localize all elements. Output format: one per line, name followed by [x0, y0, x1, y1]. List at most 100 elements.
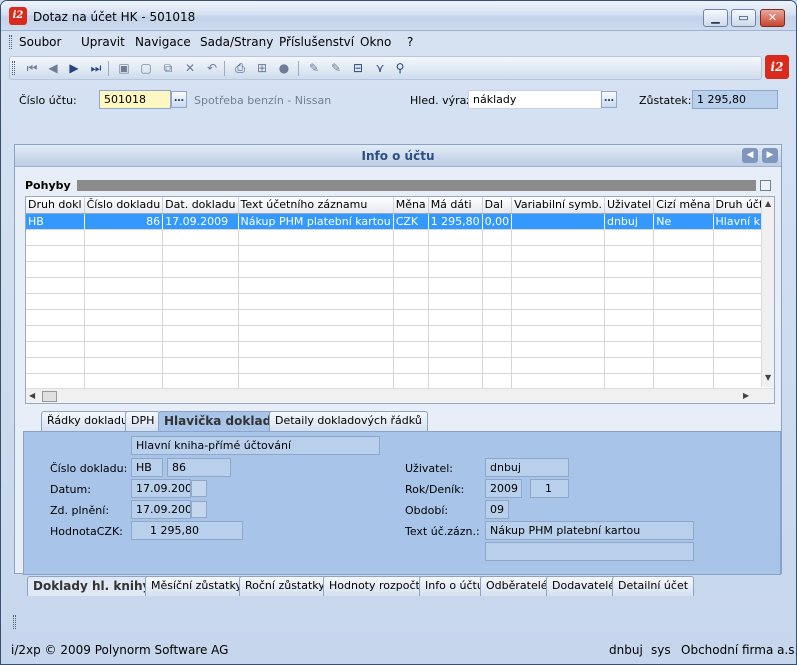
- account-input[interactable]: 501018: [99, 90, 171, 109]
- account-lookup-button[interactable]: …: [171, 91, 187, 108]
- next-icon[interactable]: ▶: [66, 60, 82, 76]
- table-cell[interactable]: [84, 309, 164, 326]
- table-cell[interactable]: [604, 309, 655, 326]
- table-cell[interactable]: [511, 325, 605, 342]
- table-row[interactable]: [26, 261, 774, 278]
- table-cell[interactable]: CZK: [393, 213, 429, 230]
- table-cell[interactable]: [238, 277, 394, 294]
- table-cell[interactable]: [238, 229, 394, 246]
- table-cell[interactable]: [393, 245, 429, 262]
- table-cell[interactable]: [393, 309, 429, 326]
- table-cell[interactable]: [511, 277, 605, 294]
- table-cell[interactable]: [482, 293, 513, 310]
- table-cell[interactable]: [26, 277, 85, 294]
- minimize-button[interactable]: ▁: [703, 9, 728, 27]
- column-header[interactable]: Uživatel: [604, 197, 655, 214]
- table-cell[interactable]: [653, 277, 714, 294]
- column-header[interactable]: Text účetního záznamu: [238, 197, 394, 214]
- filter-table-icon[interactable]: ⊟: [350, 60, 366, 76]
- column-header[interactable]: Dat. dokladu: [162, 197, 239, 214]
- search-icon[interactable]: ⚲: [392, 60, 408, 76]
- tree-icon[interactable]: ⊞: [254, 60, 270, 76]
- table-cell[interactable]: [393, 229, 429, 246]
- table-cell[interactable]: [511, 309, 605, 326]
- table-row[interactable]: [26, 341, 774, 358]
- table-cell[interactable]: [482, 229, 513, 246]
- table-cell[interactable]: [428, 277, 483, 294]
- table-cell[interactable]: [604, 325, 655, 342]
- table-cell[interactable]: [604, 373, 655, 390]
- table-cell[interactable]: [393, 357, 429, 374]
- table-cell[interactable]: 0,00: [482, 213, 513, 230]
- table-cell[interactable]: [604, 245, 655, 262]
- table-cell[interactable]: [653, 325, 714, 342]
- table-cell[interactable]: [84, 245, 164, 262]
- table-cell[interactable]: [162, 277, 239, 294]
- grid-vertical-scrollbar[interactable]: ▲ ▼: [761, 197, 774, 387]
- prev-icon[interactable]: ◀: [45, 60, 61, 76]
- table-cell[interactable]: [511, 373, 605, 390]
- new-icon[interactable]: ▢: [138, 60, 154, 76]
- undo-icon[interactable]: ↶: [204, 60, 220, 76]
- performance-date-field[interactable]: 17.09.2009: [131, 500, 191, 519]
- table-cell[interactable]: [238, 325, 394, 342]
- table-cell[interactable]: [162, 293, 239, 310]
- menu-navigace[interactable]: Navigace: [135, 35, 191, 49]
- table-cell[interactable]: [604, 357, 655, 374]
- table-cell[interactable]: [428, 373, 483, 390]
- tab-mesicni-zustatky[interactable]: Měsíční zůstatky: [145, 576, 248, 596]
- table-cell[interactable]: [428, 357, 483, 374]
- table-cell[interactable]: 86: [84, 213, 164, 230]
- table-row[interactable]: HB 86 17.09.2009 Nákup PHM platební kart…: [26, 213, 774, 230]
- table-cell[interactable]: [162, 261, 239, 278]
- filter-icon[interactable]: ⋎: [372, 60, 388, 76]
- pencil2-icon[interactable]: ✎: [328, 60, 344, 76]
- close-button[interactable]: ✕: [760, 9, 785, 27]
- save-icon[interactable]: ▣: [116, 60, 132, 76]
- tab-dph[interactable]: DPH: [125, 411, 161, 431]
- table-cell[interactable]: [84, 373, 164, 390]
- table-cell[interactable]: [428, 325, 483, 342]
- search-lookup-button[interactable]: …: [601, 91, 617, 108]
- table-cell[interactable]: [238, 373, 394, 390]
- tab-dodavatele[interactable]: Dodavatelé: [546, 576, 622, 596]
- table-cell[interactable]: [604, 293, 655, 310]
- menu-prislusenstvi[interactable]: Příslušenství: [279, 35, 354, 49]
- table-cell[interactable]: [162, 325, 239, 342]
- delete-icon[interactable]: ✕: [182, 60, 198, 76]
- tab-radky-dokladu[interactable]: Řádky dokladu: [41, 411, 134, 431]
- table-cell[interactable]: [428, 293, 483, 310]
- menu-help[interactable]: ?: [407, 35, 413, 49]
- table-cell[interactable]: [511, 245, 605, 262]
- table-cell[interactable]: [26, 245, 85, 262]
- table-cell[interactable]: [238, 261, 394, 278]
- table-row[interactable]: [26, 277, 774, 294]
- menu-sada-strany[interactable]: Sada/Strany: [200, 35, 273, 49]
- table-cell[interactable]: [84, 325, 164, 342]
- table-cell[interactable]: [428, 229, 483, 246]
- table-cell[interactable]: [653, 229, 714, 246]
- table-row[interactable]: [26, 325, 774, 342]
- table-cell[interactable]: [26, 325, 85, 342]
- column-header[interactable]: Cizí měna: [653, 197, 714, 214]
- menu-okno[interactable]: Okno: [360, 35, 391, 49]
- table-cell[interactable]: [482, 309, 513, 326]
- table-cell[interactable]: [482, 357, 513, 374]
- table-cell[interactable]: [604, 341, 655, 358]
- column-header[interactable]: Číslo dokladu: [84, 197, 164, 214]
- table-cell[interactable]: [428, 309, 483, 326]
- column-header[interactable]: Druh dokl: [26, 197, 85, 214]
- table-cell[interactable]: Ne: [653, 213, 714, 230]
- table-cell[interactable]: dnbuj: [604, 213, 655, 230]
- table-cell[interactable]: [482, 261, 513, 278]
- tab-detailni-ucet[interactable]: Detailní účet: [612, 576, 695, 596]
- table-cell[interactable]: [84, 341, 164, 358]
- menu-soubor[interactable]: Soubor: [19, 35, 61, 49]
- table-cell[interactable]: [162, 373, 239, 390]
- column-header[interactable]: Má dáti: [428, 197, 483, 214]
- table-cell[interactable]: [482, 277, 513, 294]
- table-cell[interactable]: [84, 229, 164, 246]
- table-cell[interactable]: [26, 261, 85, 278]
- table-cell[interactable]: [238, 357, 394, 374]
- table-cell[interactable]: [238, 309, 394, 326]
